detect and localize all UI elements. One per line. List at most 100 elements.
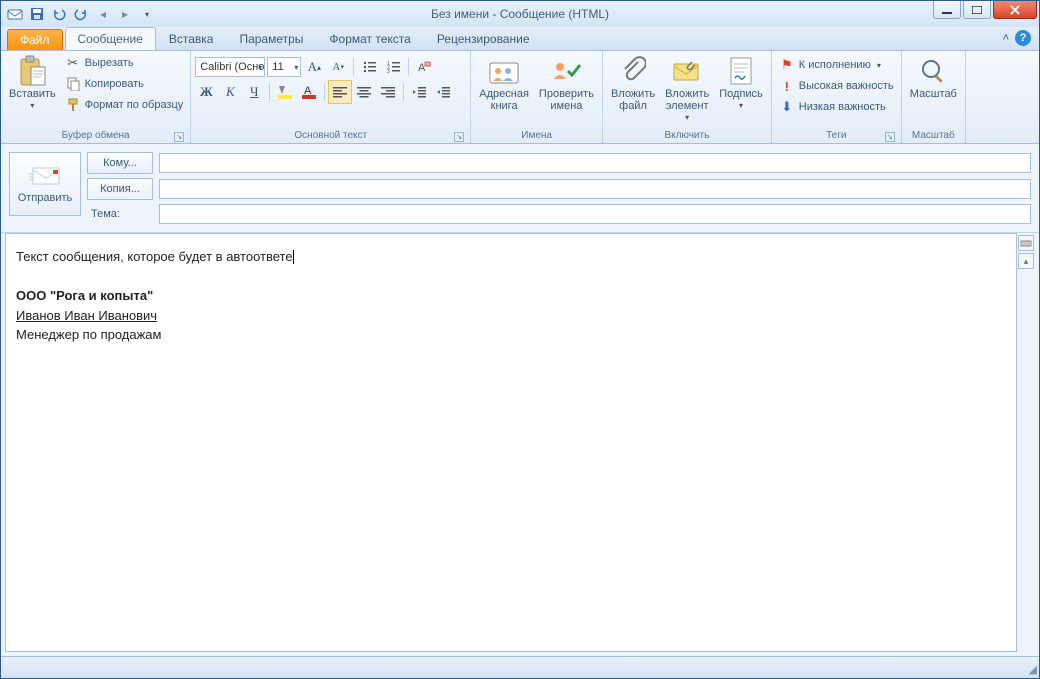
follow-up-button[interactable]: ⚑К исполнению▾ (776, 55, 897, 75)
check-names-icon (550, 55, 582, 87)
window-controls (933, 1, 1037, 19)
dropdown-arrow-icon: ▾ (739, 101, 743, 110)
maximize-button[interactable] (963, 1, 991, 19)
group-include: Вложить файл Вложить элемент ▾ Подпись ▾… (603, 51, 772, 143)
signature-company: ООО "Рога и копыта" (16, 288, 153, 303)
send-button[interactable]: Отправить (9, 152, 81, 216)
attach-item-button[interactable]: Вложить элемент ▾ (661, 53, 713, 124)
clear-formatting-button[interactable]: A (413, 56, 435, 78)
scissors-icon: ✂ (65, 55, 81, 71)
paperclip-icon (617, 55, 649, 87)
cut-button[interactable]: ✂Вырезать (62, 53, 187, 73)
tab-message[interactable]: Сообщение (65, 27, 156, 50)
signature-icon (725, 55, 757, 87)
file-tab[interactable]: Файл (7, 29, 63, 50)
group-basic-text: Calibri (Основной текст)▾ 11▾ A▴ A▾ 123 … (191, 51, 471, 143)
chevron-down-icon: ▾ (258, 63, 262, 72)
signature-name: Иванов Иван Иванович (16, 308, 157, 323)
title-bar: ◂ ▸ ▾ Без имени - Сообщение (HTML) (1, 1, 1039, 27)
to-field[interactable] (159, 153, 1031, 173)
to-button[interactable]: Кому... (87, 152, 153, 174)
chevron-down-icon: ▾ (877, 61, 881, 70)
dropdown-arrow-icon: ▾ (685, 113, 689, 122)
help-icon[interactable]: ? (1015, 30, 1031, 46)
font-size-combo[interactable]: 11▾ (267, 57, 301, 77)
signature-button[interactable]: Подпись ▾ (715, 53, 767, 112)
ruler-toggle-icon[interactable] (1018, 235, 1034, 251)
group-clipboard: Вставить ▾ ✂Вырезать Копировать Формат п… (1, 51, 191, 143)
scroll-up-icon[interactable]: ▴ (1018, 253, 1034, 269)
subject-label: Тема: (87, 208, 153, 220)
paste-button[interactable]: Вставить ▾ (5, 53, 60, 112)
paintbrush-icon (65, 97, 81, 113)
quick-access-toolbar: ◂ ▸ ▾ (1, 4, 157, 24)
magnifier-icon (917, 55, 949, 87)
tab-review[interactable]: Рецензирование (424, 27, 543, 50)
status-bar: ◢ (1, 656, 1039, 678)
check-names-button[interactable]: Проверить имена (535, 53, 598, 114)
compose-header: Отправить Кому... Копия... Тема: (1, 144, 1039, 233)
body-text: Текст сообщения, которое будет в автоотв… (16, 249, 293, 264)
next-item-icon[interactable]: ▸ (115, 4, 135, 24)
dialog-launcher-icon[interactable]: ↘ (454, 132, 464, 142)
low-importance-button[interactable]: ⬇Низкая важность (776, 97, 897, 117)
redo-icon[interactable] (71, 4, 91, 24)
subject-field[interactable] (159, 204, 1031, 224)
copy-button[interactable]: Копировать (62, 74, 187, 94)
shrink-font-button[interactable]: A▾ (327, 56, 349, 78)
attach-file-button[interactable]: Вложить файл (607, 53, 659, 114)
flag-icon: ⚑ (779, 57, 795, 73)
bullets-button[interactable] (358, 56, 380, 78)
minimize-ribbon-icon[interactable]: ˄ (1003, 32, 1009, 44)
zoom-button[interactable]: Масштаб (906, 53, 961, 102)
high-importance-button[interactable]: !Высокая важность (776, 76, 897, 96)
address-book-button[interactable]: Адресная книга (475, 53, 533, 114)
editor-area: Текст сообщения, которое будет в автоотв… (1, 233, 1039, 656)
side-ruler-column: ▴ (1017, 233, 1035, 652)
numbering-button[interactable]: 123 (382, 56, 404, 78)
tab-options[interactable]: Параметры (226, 27, 316, 50)
group-zoom: Масштаб Масштаб (902, 51, 966, 143)
font-name-combo[interactable]: Calibri (Основной текст)▾ (195, 57, 265, 77)
svg-text:3: 3 (387, 69, 390, 74)
app-icon[interactable] (5, 4, 25, 24)
message-body[interactable]: Текст сообщения, которое будет в автоотв… (5, 233, 1017, 652)
dialog-launcher-icon[interactable]: ↘ (174, 132, 184, 142)
attach-item-icon (671, 55, 703, 87)
ribbon: Вставить ▾ ✂Вырезать Копировать Формат п… (1, 51, 1039, 144)
exclamation-icon: ! (779, 78, 795, 94)
group-names: Адресная книга Проверить имена Имена (471, 51, 603, 143)
increase-indent-button[interactable] (432, 81, 454, 103)
window-root: ◂ ▸ ▾ Без имени - Сообщение (HTML) Файл … (0, 0, 1040, 679)
align-left-button[interactable] (329, 81, 351, 103)
text-cursor (293, 250, 294, 264)
chevron-down-icon: ▾ (294, 63, 298, 72)
qat-customize-icon[interactable]: ▾ (137, 4, 157, 24)
tab-insert[interactable]: Вставка (156, 27, 227, 50)
group-tags: ⚑К исполнению▾ !Высокая важность ⬇Низкая… (772, 51, 902, 143)
resize-grip-icon[interactable]: ◢ (1029, 663, 1037, 676)
bold-button[interactable]: Ж (195, 81, 217, 103)
format-painter-button[interactable]: Формат по образцу (62, 95, 187, 115)
italic-button[interactable]: К (219, 81, 241, 103)
underline-button[interactable]: Ч (243, 81, 265, 103)
clipboard-icon (16, 55, 48, 87)
highlight-button[interactable] (274, 81, 296, 103)
close-button[interactable] (993, 1, 1037, 19)
cc-field[interactable] (159, 179, 1031, 199)
cc-button[interactable]: Копия... (87, 178, 153, 200)
ribbon-tabs: Файл Сообщение Вставка Параметры Формат … (1, 27, 1039, 51)
grow-font-button[interactable]: A▴ (303, 56, 325, 78)
font-color-button[interactable]: A (298, 81, 320, 103)
save-icon[interactable] (27, 4, 47, 24)
decrease-indent-button[interactable] (408, 81, 430, 103)
previous-item-icon[interactable]: ◂ (93, 4, 113, 24)
dropdown-arrow-icon: ▾ (30, 101, 34, 110)
undo-icon[interactable] (49, 4, 69, 24)
tab-format-text[interactable]: Формат текста (316, 27, 423, 50)
align-right-button[interactable] (377, 81, 399, 103)
minimize-button[interactable] (933, 1, 961, 19)
align-center-button[interactable] (353, 81, 375, 103)
copy-icon (65, 76, 81, 92)
dialog-launcher-icon[interactable]: ↘ (885, 132, 895, 142)
